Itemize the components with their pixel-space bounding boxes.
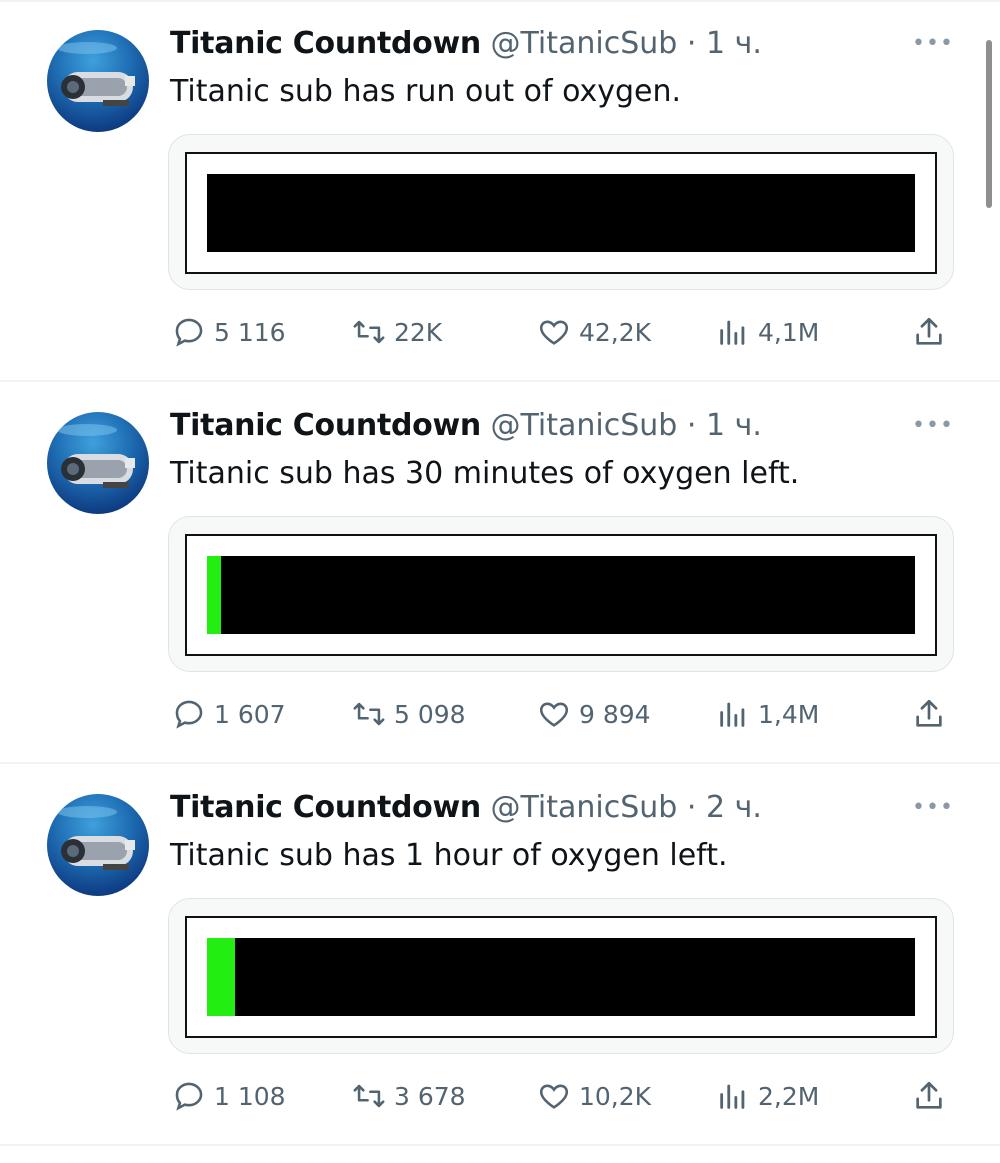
tweet[interactable]: Titanic Countdown @TitanicSub · 1 ч. •••… — [0, 0, 1000, 382]
timestamp[interactable]: 2 ч. — [706, 790, 762, 825]
submarine-avatar-icon[interactable] — [47, 30, 149, 132]
timestamp[interactable]: 1 ч. — [706, 26, 762, 61]
retweet-icon — [352, 315, 386, 349]
views-button[interactable]: 4,1M — [716, 310, 819, 354]
scrollbar[interactable] — [986, 40, 992, 208]
more-options-icon[interactable]: ••• — [912, 794, 953, 822]
retweet-button[interactable]: 5 098 — [352, 692, 466, 736]
retweet-icon — [352, 1079, 386, 1113]
like-count: 10,2K — [579, 1081, 652, 1111]
retweet-count: 5 098 — [394, 699, 466, 729]
oxygen-fill — [207, 556, 221, 634]
retweet-button[interactable]: 22K — [352, 310, 442, 354]
like-button[interactable]: 10,2K — [537, 1074, 651, 1118]
author-name[interactable]: Titanic Countdown — [170, 26, 481, 61]
media-card[interactable] — [168, 516, 954, 672]
tweet-text: Titanic sub has 1 hour of oxygen left. — [170, 838, 728, 873]
retweet-button[interactable]: 3 678 — [352, 1074, 466, 1118]
reply-button[interactable]: 5 116 — [172, 310, 286, 354]
view-count: 1,4M — [758, 699, 820, 729]
heart-icon — [537, 315, 571, 349]
more-options-icon[interactable]: ••• — [912, 30, 953, 58]
tweet-header: Titanic Countdown @TitanicSub · 1 ч. — [170, 24, 762, 64]
action-bar: 5 116 22K 42,2K 4,1M — [0, 310, 1000, 354]
author-handle[interactable]: @TitanicSub — [491, 408, 678, 443]
reply-count: 1 108 — [214, 1081, 286, 1111]
tweet[interactable]: Titanic Countdown @TitanicSub · 1 ч. •••… — [0, 382, 1000, 764]
share-icon — [912, 315, 946, 349]
tweet[interactable]: Titanic Countdown @TitanicSub · 2 ч. •••… — [0, 764, 1000, 1146]
share-button[interactable] — [912, 310, 954, 354]
reply-icon — [172, 315, 206, 349]
reply-count: 1 607 — [214, 699, 286, 729]
reply-count: 5 116 — [214, 317, 286, 347]
share-icon — [912, 1079, 946, 1113]
tweet-text: Titanic sub has run out of oxygen. — [170, 74, 682, 109]
media-card[interactable] — [168, 134, 954, 290]
like-count: 9 894 — [579, 699, 651, 729]
views-chart-icon — [716, 1079, 750, 1113]
share-icon — [912, 697, 946, 731]
view-count: 4,1M — [758, 317, 820, 347]
oxygen-battery — [185, 152, 937, 274]
oxygen-battery — [185, 534, 937, 656]
views-chart-icon — [716, 697, 750, 731]
like-button[interactable]: 42,2K — [537, 310, 651, 354]
tweet-header: Titanic Countdown @TitanicSub · 2 ч. — [170, 788, 762, 828]
like-button[interactable]: 9 894 — [537, 692, 651, 736]
author-handle[interactable]: @TitanicSub — [491, 26, 678, 61]
like-count: 42,2K — [579, 317, 652, 347]
retweet-count: 22K — [394, 317, 443, 347]
reply-button[interactable]: 1 108 — [172, 1074, 286, 1118]
tweet-header: Titanic Countdown @TitanicSub · 1 ч. — [170, 406, 762, 446]
separator: · — [686, 408, 697, 443]
retweet-count: 3 678 — [394, 1081, 466, 1111]
separator: · — [686, 790, 697, 825]
timestamp[interactable]: 1 ч. — [706, 408, 762, 443]
submarine-avatar-icon[interactable] — [47, 412, 149, 514]
oxygen-bar — [207, 938, 915, 1016]
views-button[interactable]: 1,4M — [716, 692, 819, 736]
author-handle[interactable]: @TitanicSub — [491, 790, 678, 825]
oxygen-battery — [185, 916, 937, 1038]
author-name[interactable]: Titanic Countdown — [170, 408, 481, 443]
separator: · — [686, 26, 697, 61]
heart-icon — [537, 1079, 571, 1113]
views-button[interactable]: 2,2M — [716, 1074, 819, 1118]
oxygen-bar — [207, 174, 915, 252]
share-button[interactable] — [912, 1074, 954, 1118]
views-chart-icon — [716, 315, 750, 349]
tweet-divider — [0, 1144, 1000, 1146]
media-card[interactable] — [168, 898, 954, 1054]
share-button[interactable] — [912, 692, 954, 736]
reply-icon — [172, 697, 206, 731]
retweet-icon — [352, 697, 386, 731]
oxygen-bar — [207, 556, 915, 634]
heart-icon — [537, 697, 571, 731]
view-count: 2,2M — [758, 1081, 820, 1111]
reply-button[interactable]: 1 607 — [172, 692, 286, 736]
more-options-icon[interactable]: ••• — [912, 412, 953, 440]
action-bar: 1 108 3 678 10,2K 2,2M — [0, 1074, 1000, 1118]
action-bar: 1 607 5 098 9 894 1,4M — [0, 692, 1000, 736]
tweet-text: Titanic sub has 30 minutes of oxygen lef… — [170, 456, 800, 491]
author-name[interactable]: Titanic Countdown — [170, 790, 481, 825]
reply-icon — [172, 1079, 206, 1113]
oxygen-fill — [207, 938, 235, 1016]
submarine-avatar-icon[interactable] — [47, 794, 149, 896]
